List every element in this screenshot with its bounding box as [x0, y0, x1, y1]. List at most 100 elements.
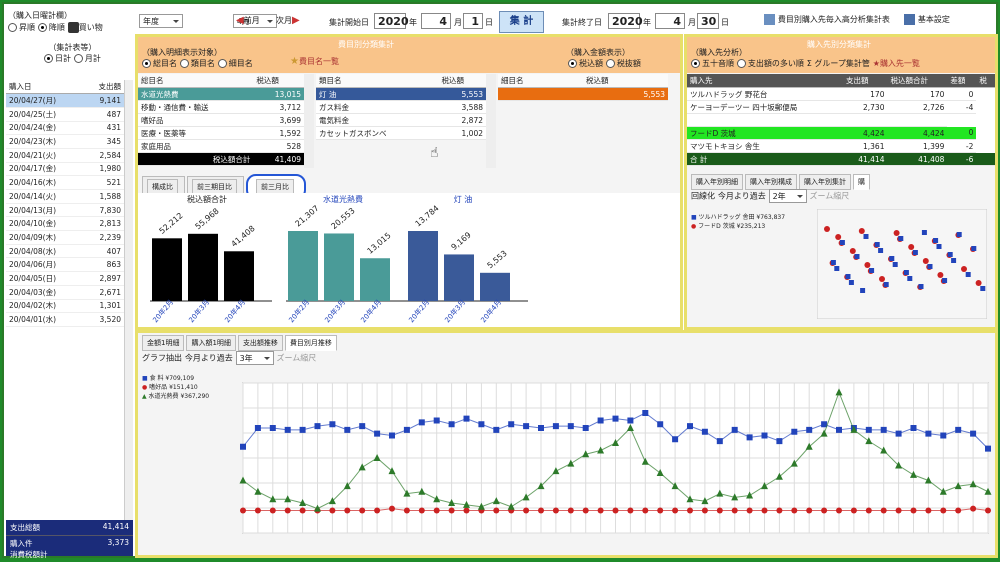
prev-month-button[interactable]: ◀前月: [236, 15, 260, 26]
series-point[interactable]: [314, 423, 321, 430]
purchase-row[interactable]: ツルハドラッグ 野花台 170 170 0: [687, 87, 995, 101]
next-month-button[interactable]: 次月▶: [276, 15, 300, 26]
series-point[interactable]: [731, 426, 738, 433]
purchase-col-header[interactable]: 税込額合計: [887, 74, 948, 88]
series-point[interactable]: [791, 428, 798, 435]
series-point[interactable]: [895, 507, 902, 514]
series-point[interactable]: [448, 421, 455, 428]
tax-out-radio[interactable]: [605, 59, 615, 68]
series-point[interactable]: [299, 426, 306, 433]
bar[interactable]: [288, 231, 318, 301]
series-point[interactable]: [701, 507, 708, 514]
mode3-radio[interactable]: [217, 59, 227, 68]
series-point[interactable]: [538, 507, 544, 514]
bar[interactable]: [408, 231, 438, 301]
series-point[interactable]: [344, 426, 351, 433]
daily-row[interactable]: 20/04/17(金) 1,980: [6, 162, 124, 177]
series-point[interactable]: [627, 507, 634, 514]
daily-row[interactable]: 20/04/09(木) 2,239: [6, 230, 124, 245]
purchase-col-header[interactable]: 支出額: [843, 74, 888, 88]
daily-row[interactable]: 20/04/02(木) 1,301: [6, 299, 124, 314]
series-point[interactable]: [433, 417, 440, 424]
bottom-tab[interactable]: 支出額推移: [237, 335, 283, 351]
series-point[interactable]: [508, 421, 515, 428]
bar[interactable]: [324, 233, 354, 301]
daily-row[interactable]: 20/04/16(木) 521: [6, 175, 124, 190]
series-point[interactable]: [582, 507, 589, 514]
bottom-period-select[interactable]: 3年: [235, 351, 274, 365]
series-point[interactable]: [776, 507, 783, 514]
bar[interactable]: [480, 272, 510, 301]
series-point[interactable]: [657, 421, 664, 428]
daily-row[interactable]: 20/04/13(月) 7,830: [6, 203, 124, 218]
purchase-tab[interactable]: 購入年別構成: [745, 174, 797, 190]
series-point[interactable]: [895, 430, 902, 437]
series-point[interactable]: [672, 436, 679, 443]
series-point[interactable]: [538, 425, 544, 431]
desc-radio[interactable]: [37, 23, 47, 32]
series-point[interactable]: [284, 507, 291, 514]
series-point[interactable]: [284, 426, 291, 433]
series-point[interactable]: [791, 507, 798, 514]
daily-row[interactable]: 20/04/05(日) 2,897: [6, 271, 124, 286]
sort-kana-radio[interactable]: [691, 59, 700, 68]
series-point[interactable]: [403, 426, 410, 433]
series-point[interactable]: [955, 507, 962, 514]
series-point[interactable]: [657, 507, 664, 514]
class-category-row[interactable]: ガス料金 3,588: [316, 100, 486, 114]
series-point[interactable]: [597, 417, 604, 424]
bar[interactable]: [360, 258, 390, 301]
grid2-scrollbar[interactable]: [486, 74, 496, 168]
purchase-zoom[interactable]: ズーム縮尺: [809, 192, 849, 201]
series-point[interactable]: [344, 507, 351, 514]
series-point[interactable]: [523, 423, 530, 430]
purchase-tab[interactable]: 購入年別集計: [799, 174, 851, 190]
series-point[interactable]: [240, 443, 246, 450]
shopping-icon[interactable]: [67, 22, 79, 33]
series-point[interactable]: [612, 507, 619, 514]
daily-row[interactable]: 20/04/08(水) 407: [6, 244, 124, 259]
total-category-row[interactable]: 水道光熱費 13,015: [138, 87, 304, 101]
purchase-list-button[interactable]: ★購入先一覧: [873, 59, 920, 68]
bottom-tab[interactable]: 金額1明細: [142, 335, 185, 351]
purchase-row[interactable]: ケーヨーデーツー 四十坂郵便局 2,730 2,726 -4: [687, 100, 995, 114]
bar[interactable]: [152, 238, 182, 301]
purchase-period-select[interactable]: 2年: [768, 189, 807, 203]
aggregate-button[interactable]: 集 計: [499, 11, 544, 33]
series-point[interactable]: [687, 423, 693, 430]
purchase-row[interactable]: フードD 茨城 4,424 4,424 0: [687, 126, 995, 140]
start-year-field[interactable]: 2020: [374, 13, 409, 29]
series-point[interactable]: [806, 507, 813, 514]
end-year-field[interactable]: 2020: [608, 13, 643, 29]
series-point[interactable]: [448, 507, 455, 514]
series-point[interactable]: [955, 426, 962, 433]
series-point[interactable]: [850, 507, 857, 514]
series-point[interactable]: [746, 507, 753, 514]
daily-radio[interactable]: [44, 54, 53, 63]
series-point[interactable]: [716, 507, 723, 514]
series-point[interactable]: [672, 507, 679, 514]
series-point[interactable]: [493, 507, 500, 514]
purchase-col-header[interactable]: 差額: [947, 74, 977, 88]
end-day-field[interactable]: 30: [697, 13, 719, 29]
series-point[interactable]: [389, 505, 395, 512]
left-scrollbar[interactable]: [124, 80, 133, 520]
bottom-tab[interactable]: 費目別月推移: [284, 335, 337, 351]
series-point[interactable]: [970, 505, 977, 512]
bottom-zoom[interactable]: ズーム縮尺: [276, 354, 316, 363]
series-point[interactable]: [865, 507, 872, 514]
series-point[interactable]: [582, 425, 589, 431]
series-point[interactable]: [642, 410, 649, 416]
series-point[interactable]: [523, 507, 530, 514]
start-month-field[interactable]: 4: [421, 13, 451, 29]
series-point[interactable]: [925, 430, 932, 437]
series-point[interactable]: [240, 507, 246, 514]
series-point[interactable]: [925, 507, 932, 514]
series-point[interactable]: [329, 507, 336, 514]
daily-row[interactable]: 20/04/14(火) 1,588: [6, 189, 124, 204]
series-point[interactable]: [463, 507, 470, 514]
series-point[interactable]: [731, 507, 738, 514]
series-point[interactable]: [359, 507, 366, 514]
mode1-radio[interactable]: [142, 59, 151, 68]
start-day-field[interactable]: 1: [463, 13, 483, 29]
